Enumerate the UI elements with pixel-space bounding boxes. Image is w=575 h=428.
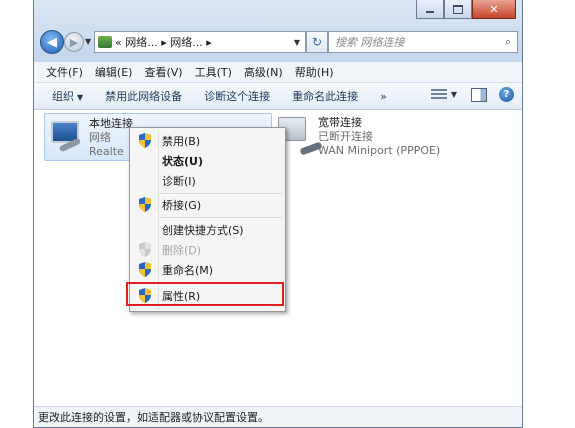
connection-name: 本地连接 <box>89 117 133 130</box>
diagnose-button[interactable]: 诊断这个连接 <box>204 88 270 104</box>
close-icon: ✕ <box>489 2 499 16</box>
recent-pages-dropdown[interactable]: ▼ <box>85 37 91 46</box>
address-bar[interactable]: « 网络... ▸ 网络... ▸ ▼ <box>94 31 306 53</box>
more-commands-button[interactable]: » <box>380 90 387 103</box>
search-icon[interactable]: ⌕ <box>499 35 517 49</box>
menu-edit[interactable]: 编辑(E) <box>95 64 133 80</box>
menu-bar: 文件(F) 编辑(E) 查看(V) 工具(T) 高级(N) 帮助(H) <box>34 62 522 83</box>
organize-button[interactable]: 组织 ▼ <box>52 88 83 104</box>
menu-item-diagnose[interactable]: 诊断(I) <box>132 171 283 191</box>
menu-help[interactable]: 帮助(H) <box>295 64 334 80</box>
maximize-icon <box>453 4 463 14</box>
forward-arrow-icon: ▶ <box>69 35 79 49</box>
caption-buttons: ✕ <box>416 0 516 19</box>
menu-view[interactable]: 查看(V) <box>144 64 182 80</box>
menu-item-disable[interactable]: 禁用(B) <box>132 131 283 151</box>
chevron-down-icon[interactable]: ▼ <box>451 90 457 99</box>
properties-highlight-box <box>126 282 284 306</box>
organize-label: 组织 <box>52 90 74 103</box>
view-controls: ▼ ? <box>430 87 514 102</box>
network-folder-icon <box>98 36 112 48</box>
connection-status: 已断开连接 <box>318 130 373 143</box>
command-bar: 组织 ▼ 禁用此网络设备 诊断这个连接 重命名此连接 » ▼ ? <box>34 83 522 110</box>
connection-name: 宽带连接 <box>318 116 362 129</box>
network-adapter-icon <box>45 114 89 158</box>
address-path[interactable]: « 网络... ▸ 网络... ▸ <box>115 34 289 50</box>
help-icon[interactable]: ? <box>499 87 514 102</box>
uac-shield-icon <box>138 133 154 149</box>
maximize-button[interactable] <box>444 0 472 19</box>
search-input[interactable]: 搜索 网络连接 <box>329 34 499 50</box>
back-arrow-icon: ◀ <box>47 34 57 50</box>
menu-file[interactable]: 文件(F) <box>46 64 83 80</box>
chevron-down-icon: ▼ <box>77 93 84 102</box>
minimize-icon <box>426 11 434 13</box>
connection-device: Realte <box>89 145 124 158</box>
menu-tools[interactable]: 工具(T) <box>195 64 232 80</box>
uac-shield-icon <box>138 197 154 213</box>
minimize-button[interactable] <box>416 0 444 19</box>
refresh-button[interactable]: ↻ <box>306 31 328 53</box>
menu-separator <box>160 217 282 219</box>
change-view-icon[interactable] <box>430 88 447 101</box>
search-box[interactable]: 搜索 网络连接 ⌕ <box>328 31 518 53</box>
address-dropdown-icon[interactable]: ▼ <box>289 38 305 47</box>
rename-connection-button[interactable]: 重命名此连接 <box>292 88 358 104</box>
connection-status: 网络 <box>89 131 111 144</box>
menu-item-bridge[interactable]: 桥接(G) <box>132 195 283 215</box>
uac-shield-icon <box>138 242 154 258</box>
menu-item-delete: 删除(D) <box>132 240 283 260</box>
uac-shield-icon <box>138 262 154 278</box>
back-button[interactable]: ◀ <box>40 30 64 54</box>
status-bar: 更改此连接的设置，如适配器或协议配置设置。 <box>34 406 522 427</box>
menu-item-rename[interactable]: 重命名(M) <box>132 260 283 280</box>
broadband-connection-item[interactable]: 宽带连接 已断开连接 WAN Miniport (PPPOE) <box>274 113 514 159</box>
menu-advanced[interactable]: 高级(N) <box>244 64 283 80</box>
preview-pane-icon[interactable] <box>471 87 487 102</box>
refresh-icon: ↻ <box>311 35 323 49</box>
disable-device-button[interactable]: 禁用此网络设备 <box>105 88 182 104</box>
menu-item-create-shortcut[interactable]: 创建快捷方式(S) <box>132 220 283 240</box>
connection-device: WAN Miniport (PPPOE) <box>318 144 441 157</box>
close-button[interactable]: ✕ <box>472 0 516 19</box>
forward-button[interactable]: ▶ <box>64 32 84 52</box>
menu-item-status[interactable]: 状态(U) <box>132 151 283 171</box>
